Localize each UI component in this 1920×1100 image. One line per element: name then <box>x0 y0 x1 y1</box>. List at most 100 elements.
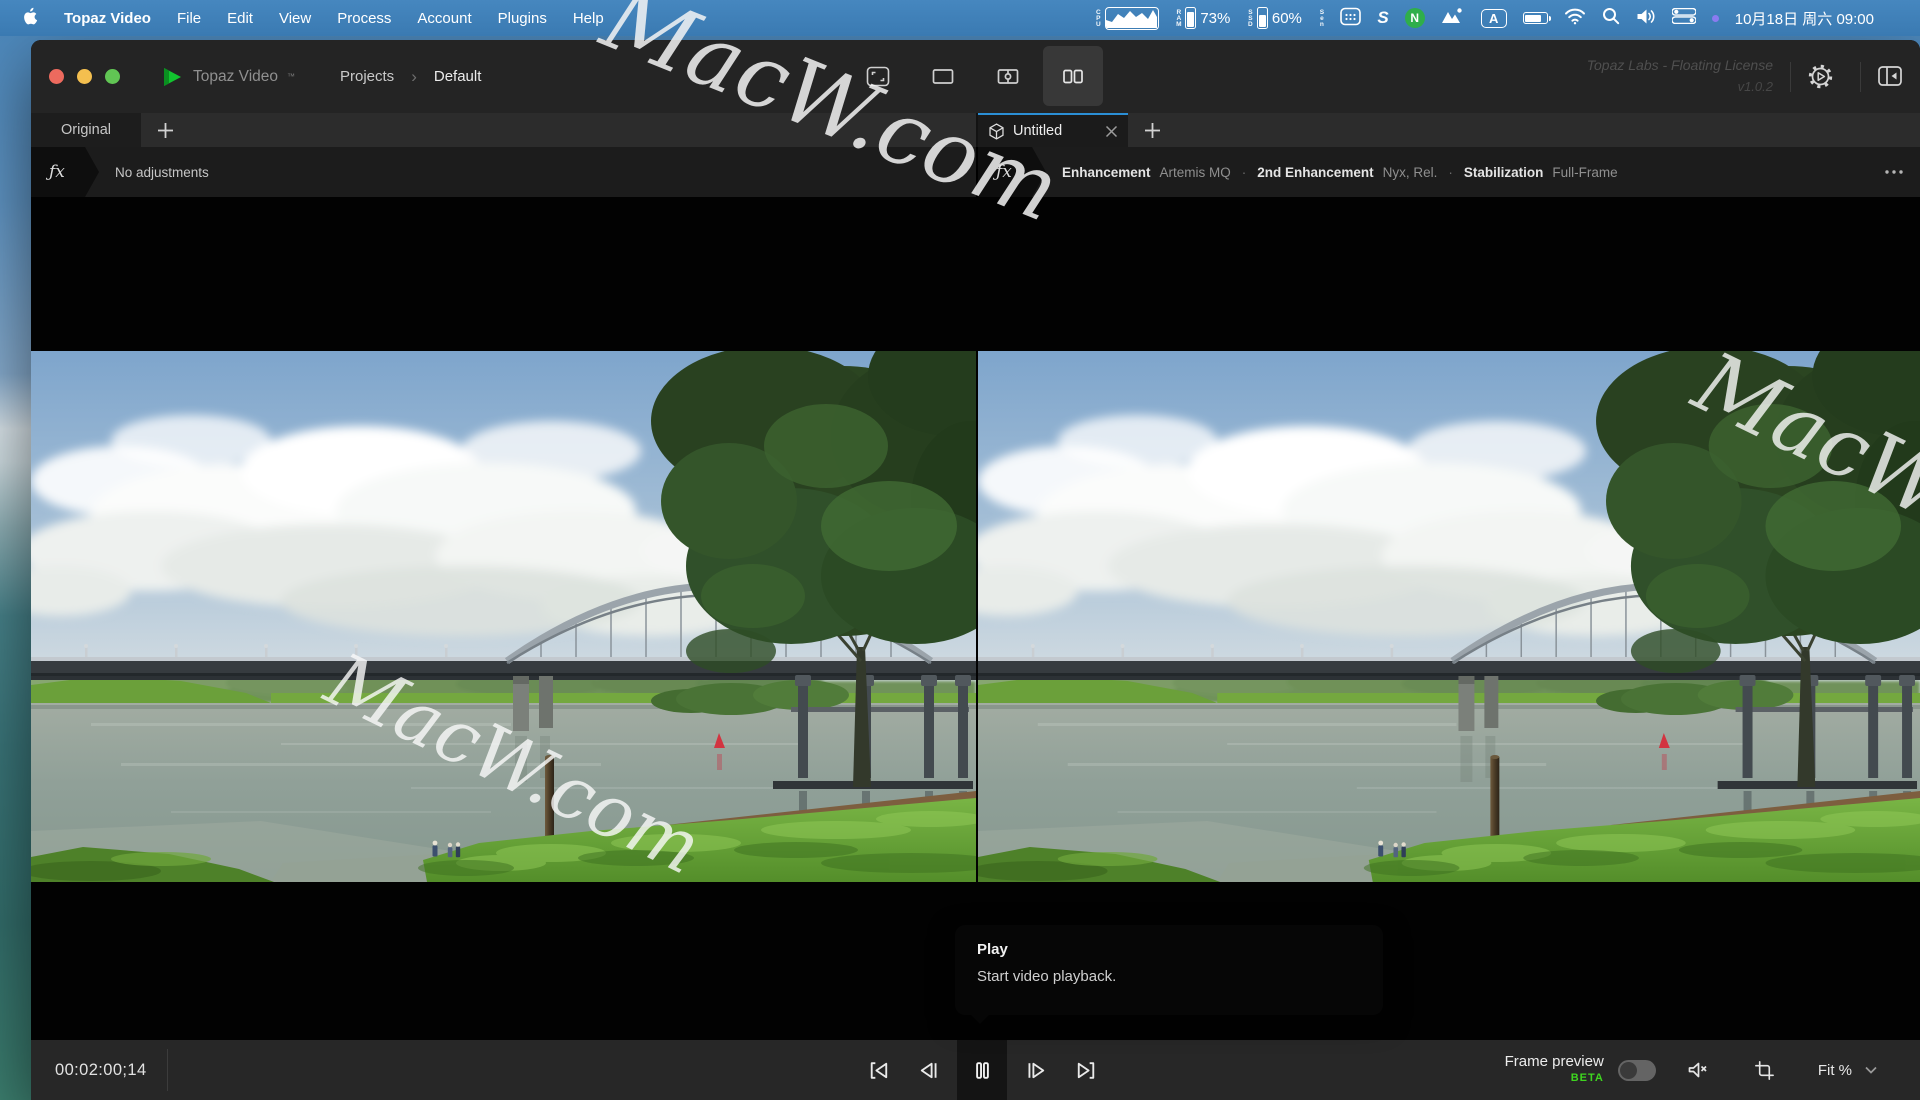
add-view-tab-button[interactable] <box>141 113 189 147</box>
search-icon[interactable] <box>1602 7 1620 29</box>
enhancement-summary: Enhancement Artemis MQ · 2nd Enhancement… <box>1062 165 1618 180</box>
timecode-display: 00:02:00;14 <box>55 1040 147 1100</box>
tooltip-title: Play <box>977 941 1383 958</box>
add-processed-tab-button[interactable] <box>1128 113 1176 147</box>
split-view-button[interactable] <box>978 46 1038 106</box>
dot-separator: · <box>1446 165 1455 180</box>
processed-video-frame <box>978 351 1920 882</box>
gear-teeth <box>1810 66 1830 86</box>
titlebar-divider <box>1860 62 1861 92</box>
menu-item-account[interactable]: Account <box>417 10 471 27</box>
enhancement-label: Enhancement <box>1062 165 1151 180</box>
traffic-lights <box>49 69 120 84</box>
app-logo-text: Topaz Video <box>193 68 278 86</box>
menu-item-view[interactable]: View <box>279 10 311 27</box>
settings-button[interactable] <box>1800 56 1840 96</box>
ram-status-widget[interactable]: RAM 73% <box>1175 7 1231 29</box>
beta-badge: BETA <box>1505 1070 1604 1087</box>
plus-icon <box>157 122 174 139</box>
cpu-status-widget[interactable]: CPU <box>1094 7 1159 30</box>
tooltip-body: Start video playback. <box>977 968 1383 985</box>
window-titlebar[interactable]: Topaz Video ™ Projects › Default <box>31 40 1920 113</box>
no-adjustments-text: No adjustments <box>115 165 209 180</box>
chevron-down-icon <box>1864 1065 1878 1075</box>
skip-to-end-button[interactable] <box>1065 1040 1105 1100</box>
menu-item-file[interactable]: File <box>177 10 201 27</box>
menu-item-plugins[interactable]: Plugins <box>498 10 547 27</box>
mute-button[interactable] <box>1686 1058 1711 1082</box>
n-vpn-icon[interactable]: N <box>1405 8 1425 28</box>
original-adjustments-bar[interactable]: ƒx No adjustments <box>31 147 976 197</box>
ram-value: 73% <box>1200 10 1230 27</box>
volume-icon[interactable] <box>1636 8 1656 29</box>
adjustments-row: ƒx No adjustments ƒx Enhancement Artemis… <box>31 147 1920 197</box>
toggle-knob <box>1620 1062 1637 1079</box>
license-name: Topaz Labs - Floating License <box>1587 55 1773 76</box>
breadcrumb: Projects › Default <box>340 40 481 113</box>
menubar-clock[interactable]: 10月18日 周六 09:00 <box>1735 8 1874 29</box>
skip-to-start-button[interactable] <box>859 1040 899 1100</box>
titlebar-divider <box>1790 62 1791 92</box>
stabilization-value: Full-Frame <box>1552 165 1617 180</box>
view-mode-switcher <box>848 46 1103 106</box>
processed-video-panel[interactable]: MacW.com <box>978 351 1920 882</box>
tab-original-label: Original <box>61 122 111 138</box>
control-center-icon[interactable] <box>1672 8 1696 28</box>
processed-tab-strip: Untitled <box>978 113 1920 147</box>
dot-separator: · <box>1240 165 1249 180</box>
fx-glyph: ƒx <box>996 162 1012 182</box>
close-window-button[interactable] <box>49 69 64 84</box>
calendar-icon[interactable] <box>1340 7 1361 30</box>
stabilization-label: Stabilization <box>1464 165 1544 180</box>
fit-label: Fit % <box>1818 1062 1852 1079</box>
single-view-button[interactable] <box>913 46 973 106</box>
tab-untitled[interactable]: Untitled <box>978 113 1128 147</box>
transport-bar: 00:02:00;14 <box>31 1040 1920 1100</box>
original-video-panel[interactable]: MacW.com <box>31 351 976 882</box>
s-app-icon[interactable]: S <box>1377 8 1388 28</box>
enhancement-value: Artemis MQ <box>1160 165 1231 180</box>
breadcrumb-current[interactable]: Default <box>434 68 482 85</box>
ssd-meter-icon <box>1257 7 1268 29</box>
app-logo-mark: ™ <box>287 72 295 81</box>
play-tooltip: Play Start video playback. <box>955 925 1383 1015</box>
apple-menu-icon[interactable] <box>22 7 38 30</box>
notification-dot <box>1712 15 1719 22</box>
fullframe-view-button[interactable] <box>848 46 908 106</box>
sensors-label[interactable]: Sen <box>1318 9 1325 27</box>
tabs-row: Original Untitled <box>31 113 1920 147</box>
transport-controls <box>859 1040 1105 1100</box>
menu-item-process[interactable]: Process <box>337 10 391 27</box>
breadcrumb-projects[interactable]: Projects <box>340 68 394 85</box>
battery-icon[interactable] <box>1523 12 1548 24</box>
wifi-icon[interactable] <box>1564 8 1586 29</box>
processed-adjustments-bar[interactable]: ƒx Enhancement Artemis MQ · 2nd Enhancem… <box>978 147 1920 197</box>
next-frame-button[interactable] <box>1016 1040 1056 1100</box>
input-source-icon[interactable]: A <box>1481 9 1507 28</box>
minimize-window-button[interactable] <box>77 69 92 84</box>
tab-original[interactable]: Original <box>31 113 141 147</box>
menu-item-edit[interactable]: Edit <box>227 10 253 27</box>
app-logo: Topaz Video ™ <box>160 40 295 113</box>
play-pause-button[interactable] <box>957 1040 1007 1100</box>
menu-item-help[interactable]: Help <box>573 10 604 27</box>
menu-app-name[interactable]: Topaz Video <box>64 10 151 27</box>
original-video-frame <box>31 351 976 882</box>
more-options-button[interactable] <box>1884 147 1904 197</box>
cube-icon <box>988 123 1005 140</box>
ssd-label: SSD <box>1246 9 1253 27</box>
close-tab-icon[interactable] <box>1105 125 1118 138</box>
crop-button[interactable] <box>1753 1059 1776 1082</box>
toggle-right-panel-button[interactable] <box>1870 56 1910 96</box>
side-by-side-view-button[interactable] <box>1043 46 1103 106</box>
desktop-screen: Topaz Video File Edit View Process Accou… <box>0 0 1920 1100</box>
frame-preview-labels: Frame preview BETA <box>1505 1053 1604 1087</box>
frame-preview-toggle[interactable] <box>1618 1060 1656 1081</box>
cpu-graph-icon <box>1105 7 1159 30</box>
ellipsis-icon <box>1884 169 1904 175</box>
zoom-window-button[interactable] <box>105 69 120 84</box>
previous-frame-button[interactable] <box>908 1040 948 1100</box>
mountains-icon[interactable] <box>1441 7 1465 29</box>
zoom-fit-dropdown[interactable]: Fit % <box>1818 1062 1878 1079</box>
ssd-status-widget[interactable]: SSD 60% <box>1246 7 1302 29</box>
